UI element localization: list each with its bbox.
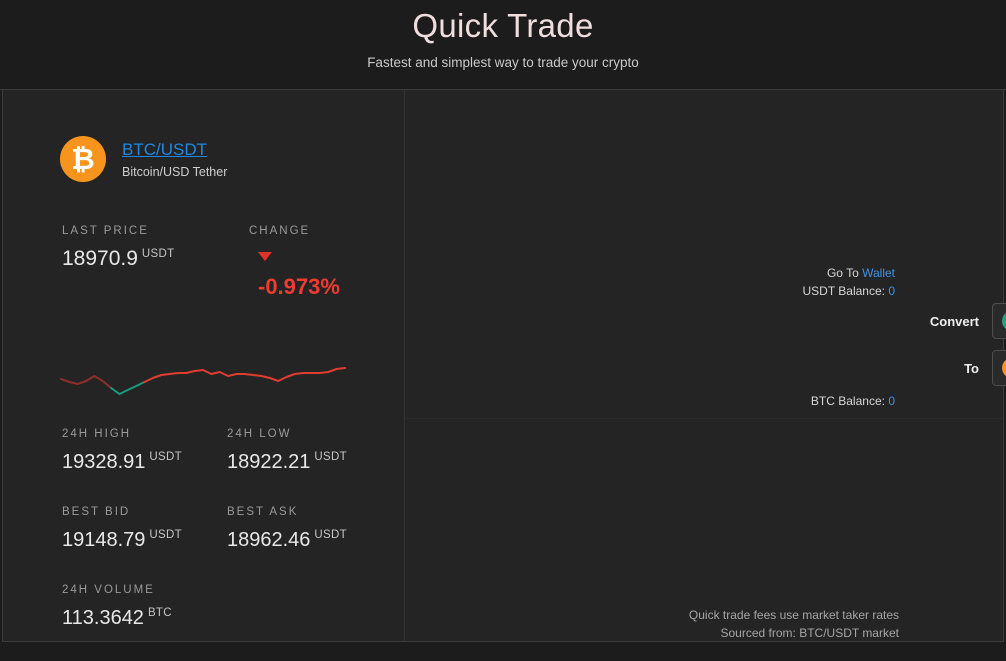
sparkline-svg xyxy=(60,367,346,395)
panel-divider xyxy=(405,418,1003,419)
convert-to-label: To xyxy=(964,360,979,376)
to-balance-label: BTC Balance: xyxy=(810,394,885,408)
low-24h-value: 18922.21 xyxy=(227,451,311,473)
last-price-value-row: 18970.9 USDT xyxy=(62,241,249,272)
low-24h-label: 24H LOW xyxy=(227,428,292,440)
change-value: -0.973% xyxy=(258,274,340,299)
last-price-unit: USDT xyxy=(141,248,175,260)
last-price-label: LAST PRICE xyxy=(62,225,149,237)
page-title: Quick Trade xyxy=(412,7,594,44)
volume-24h-label: 24H VOLUME xyxy=(62,584,155,596)
sparkline-segment-up xyxy=(110,381,146,395)
tether-icon: ₮ xyxy=(1002,311,1006,331)
convert-from-field: ₮ USDT xyxy=(992,303,1006,339)
best-ask-label: BEST ASK xyxy=(227,506,299,518)
bitcoin-icon: ₿ xyxy=(60,136,106,182)
to-balance-line: BTC Balance: 0 xyxy=(811,393,895,409)
stat-24h-volume: 24H VOLUME 113.3642 BTC xyxy=(62,583,237,631)
wallet-link[interactable]: Wallet xyxy=(862,266,895,280)
stat-best-bid: BEST BID 19148.79 USDT xyxy=(62,505,227,553)
convert-to-field: ₿ BTC xyxy=(992,350,1006,386)
fee-note: Quick trade fees use market taker rates … xyxy=(689,606,899,642)
change-down-arrow-icon xyxy=(258,252,272,261)
page-header: Quick Trade Fastest and simplest way to … xyxy=(0,0,1006,90)
fee-note-line-1: Quick trade fees use market taker rates xyxy=(688,608,899,622)
high-24h-unit: USDT xyxy=(149,451,182,463)
change-label: CHANGE xyxy=(249,225,311,237)
last-price-value: 18970.9 xyxy=(62,247,138,270)
convert-to-row: To ₿ BTC xyxy=(892,350,1006,386)
to-token-selector[interactable]: ₿ BTC xyxy=(1002,358,1006,378)
best-ask-value: 18962.46 xyxy=(227,529,311,551)
quick-trade-card: ₿ BTC/USDT Bitcoin/USD Tether LAST PRICE… xyxy=(2,90,1006,642)
pair-symbol-link[interactable]: BTC/USDT xyxy=(122,139,227,161)
fee-note-line-2: Sourced from: BTC/USDT market xyxy=(720,626,900,640)
stat-24h-low: 24H LOW 18922.21 USDT xyxy=(227,427,392,475)
low-24h-unit: USDT xyxy=(314,451,347,463)
best-bid-value: 19148.79 xyxy=(62,529,146,551)
bitcoin-icon: ₿ xyxy=(1002,358,1006,378)
from-balance-line: USDT Balance: 0 xyxy=(802,283,895,299)
stat-24h-high: 24H HIGH 19328.91 USDT xyxy=(62,427,227,475)
high-24h-value: 19328.91 xyxy=(62,451,146,473)
bitcoin-glyph: ₿ xyxy=(71,141,95,176)
to-balance-value: 0 xyxy=(888,394,895,408)
from-balance-label: USDT Balance: xyxy=(802,284,885,298)
from-token-selector[interactable]: ₮ USDT xyxy=(1002,311,1006,331)
convert-panel: Go To Wallet USDT Balance: 0 Convert ₮ U… xyxy=(405,90,1006,642)
change-block: CHANGE -0.973% xyxy=(249,224,340,300)
top-stats-row: LAST PRICE 18970.9 USDT CHANGE -0.973% xyxy=(3,224,404,300)
pair-header: ₿ BTC/USDT Bitcoin/USD Tether xyxy=(3,136,404,182)
volume-24h-value: 113.3642 xyxy=(62,607,144,629)
go-to-wallet-line: Go To Wallet xyxy=(827,265,895,281)
best-ask-unit: USDT xyxy=(314,529,347,541)
high-24h-label: 24H HIGH xyxy=(62,428,132,440)
best-bid-label: BEST BID xyxy=(62,506,131,518)
stats-row-volume: 24H VOLUME 113.3642 BTC xyxy=(62,583,392,631)
best-bid-unit: USDT xyxy=(149,529,182,541)
stat-best-ask: BEST ASK 18962.46 USDT xyxy=(227,505,392,553)
volume-24h-unit: BTC xyxy=(147,607,172,619)
last-price-block: LAST PRICE 18970.9 USDT xyxy=(62,224,249,300)
pair-fullname: Bitcoin/USD Tether xyxy=(122,164,228,179)
stats-row-high-low: 24H HIGH 19328.91 USDT 24H LOW 18922.21 US… xyxy=(62,427,392,475)
sparkline-segment-down-late xyxy=(143,367,346,383)
convert-from-label: Convert xyxy=(929,313,979,329)
stats-row-bid-ask: BEST BID 19148.79 USDT BEST ASK 18962.46 U… xyxy=(62,505,392,553)
convert-from-row: Convert ₮ USDT xyxy=(892,303,1006,339)
from-balance-value: 0 xyxy=(888,284,895,298)
market-info-panel: ₿ BTC/USDT Bitcoin/USD Tether LAST PRICE… xyxy=(3,90,405,641)
go-to-label: Go To xyxy=(826,266,859,280)
market-stats-grid: 24H HIGH 19328.91 USDT 24H LOW 18922.21 US… xyxy=(62,427,392,661)
sparkline-segment-down-early xyxy=(60,375,113,389)
price-sparkline-chart xyxy=(58,352,348,412)
page-subtitle: Fastest and simplest way to trade your c… xyxy=(367,55,639,70)
